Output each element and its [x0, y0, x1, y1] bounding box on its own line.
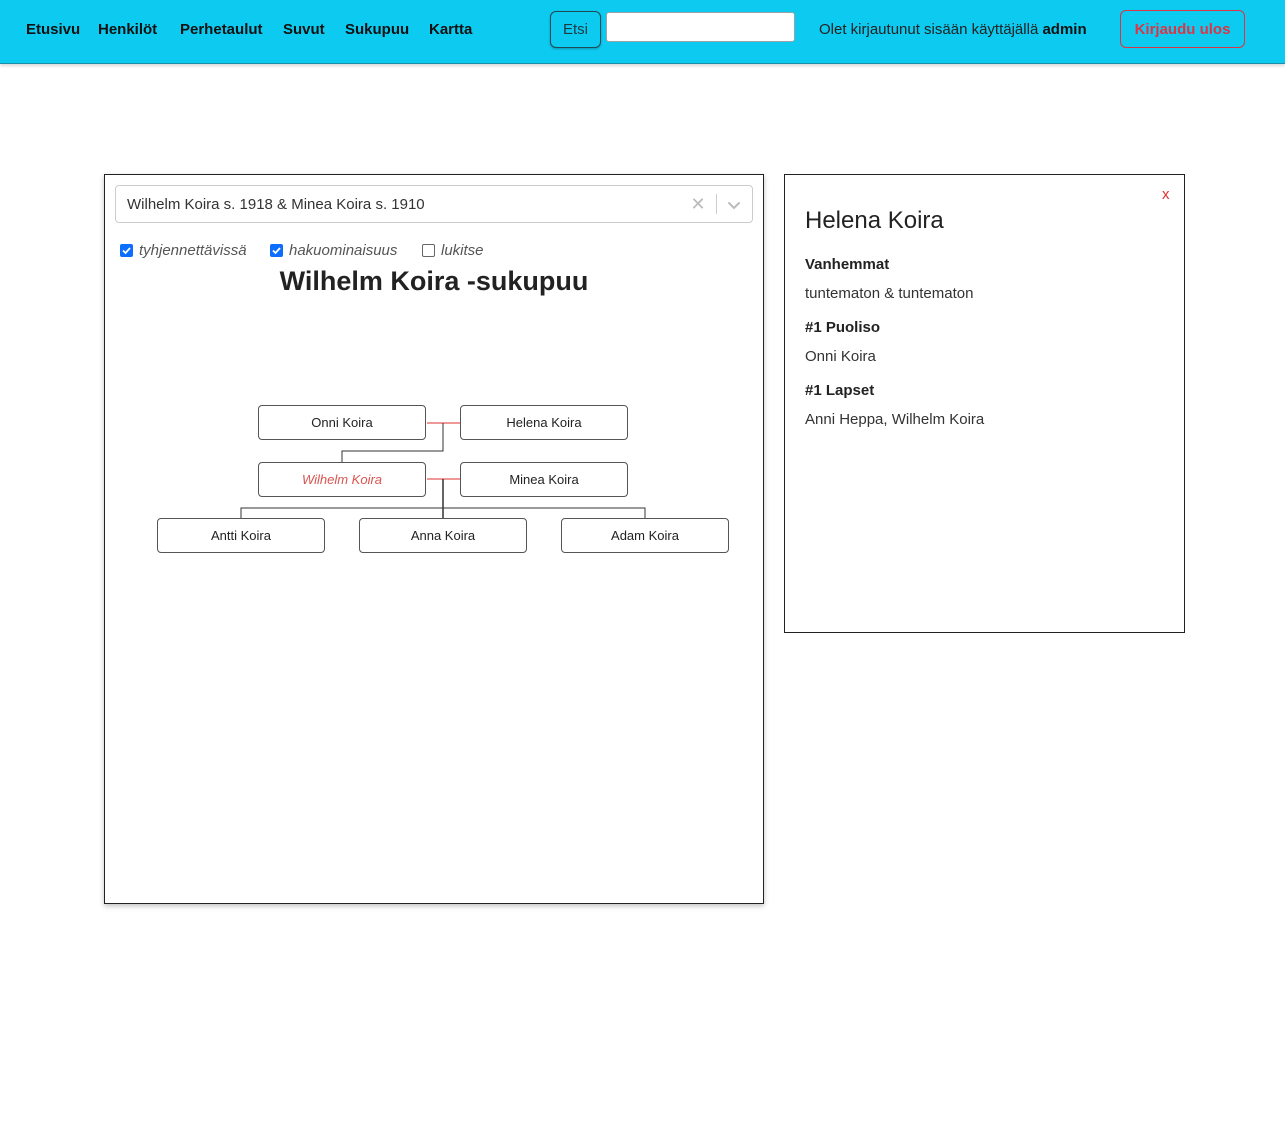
- nav-link-henkilot[interactable]: Henkilöt: [98, 21, 157, 38]
- close-button[interactable]: x: [1162, 186, 1170, 203]
- family-tree-panel: Wilhelm Koira s. 1918 & Minea Koira s. 1…: [104, 174, 764, 904]
- person-name: Helena Koira: [805, 207, 944, 234]
- spouse-heading: #1 Puoliso: [805, 319, 881, 336]
- login-username: admin: [1042, 21, 1087, 38]
- person-antti[interactable]: Antti Koira: [157, 518, 325, 553]
- parents-value: tuntematon & tuntematon: [805, 285, 974, 302]
- person-adam[interactable]: Adam Koira: [561, 518, 729, 553]
- logout-button[interactable]: Kirjaudu ulos: [1120, 10, 1245, 48]
- person-anna[interactable]: Anna Koira: [359, 518, 527, 553]
- spouse-value: Onni Koira: [805, 348, 876, 365]
- login-status-text: Olet kirjautunut sisään käyttäjällä: [819, 21, 1039, 38]
- person-minea[interactable]: Minea Koira: [460, 462, 628, 497]
- person-helena[interactable]: Helena Koira: [460, 405, 628, 440]
- children-value: Anni Heppa, Wilhelm Koira: [805, 411, 985, 428]
- nav-link-suvut[interactable]: Suvut: [283, 21, 325, 38]
- person-onni[interactable]: Onni Koira: [258, 405, 426, 440]
- login-status: Olet kirjautunut sisään käyttäjällä admi…: [819, 21, 1087, 38]
- search-button[interactable]: Etsi: [550, 11, 601, 48]
- children-heading: #1 Lapset: [805, 382, 875, 399]
- person-info-panel: x Helena Koira Vanhemmat tuntematon & tu…: [784, 174, 1185, 633]
- nav-link-kartta[interactable]: Kartta: [429, 21, 472, 38]
- top-navbar: Etusivu Henkilöt Perhetaulut Suvut Sukup…: [0, 0, 1285, 64]
- parents-heading: Vanhemmat: [805, 256, 890, 273]
- nav-link-etusivu[interactable]: Etusivu: [26, 21, 80, 38]
- nav-link-perhetaulut[interactable]: Perhetaulut: [180, 21, 263, 38]
- person-wilhelm[interactable]: Wilhelm Koira: [258, 462, 426, 497]
- search-input[interactable]: [606, 12, 795, 42]
- nav-link-sukupuu[interactable]: Sukupuu: [345, 21, 409, 38]
